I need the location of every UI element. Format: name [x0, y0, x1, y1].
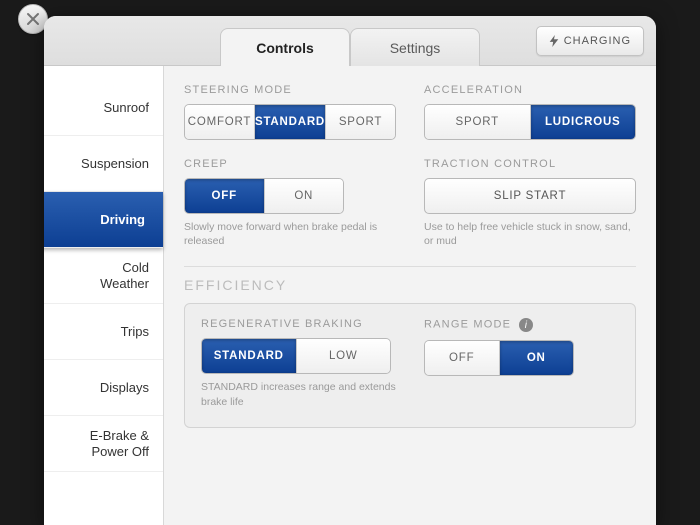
hint-traction: Use to help free vehicle stuck in snow, … — [424, 220, 636, 248]
sidebar-item-label: Cold Weather — [100, 260, 149, 291]
charging-button-label: CHARGING — [564, 35, 631, 47]
sidebar-item-driving[interactable]: Driving — [44, 192, 163, 248]
label-traction: TRACTION CONTROL — [424, 158, 636, 170]
label-regen: REGENERATIVE BRAKING — [201, 318, 396, 330]
sidebar-item-label: Sunroof — [103, 100, 149, 116]
label-range-mode: RANGE MODE i — [424, 318, 619, 332]
seg-regen: STANDARD LOW — [201, 338, 391, 374]
group-creep: CREEP OFF ON Slowly move forward when br… — [184, 158, 396, 248]
panel-body: Sunroof Suspension Driving Cold Weather … — [44, 66, 656, 525]
section-efficiency-title: EFFICIENCY — [184, 277, 636, 293]
slip-start-button[interactable]: SLIP START — [424, 178, 636, 214]
creep-off[interactable]: OFF — [185, 179, 264, 213]
sidebar-item-ebrake[interactable]: E-Brake & Power Off — [44, 416, 163, 472]
label-acceleration: ACCELERATION — [424, 84, 636, 96]
acceleration-sport[interactable]: SPORT — [425, 105, 530, 139]
label-steering: STEERING MODE — [184, 84, 396, 96]
tab-controls[interactable]: Controls — [220, 28, 350, 66]
hint-creep: Slowly move forward when brake pedal is … — [184, 220, 396, 248]
group-regen: REGENERATIVE BRAKING STANDARD LOW STANDA… — [201, 318, 396, 408]
tab-settings[interactable]: Settings — [350, 28, 480, 66]
label-creep: CREEP — [184, 158, 396, 170]
sidebar-item-trips[interactable]: Trips — [44, 304, 163, 360]
range-off[interactable]: OFF — [425, 341, 499, 375]
group-range-mode: RANGE MODE i OFF ON — [424, 318, 619, 408]
sidebar-item-label: Trips — [121, 324, 149, 340]
sidebar-item-label: Displays — [100, 380, 149, 396]
settings-panel: Controls Settings CHARGING Sunroof Suspe… — [44, 16, 656, 525]
content-driving: STEERING MODE COMFORT STANDARD SPORT ACC… — [164, 66, 656, 525]
seg-acceleration: SPORT LUDICROUS — [424, 104, 636, 140]
group-steering: STEERING MODE COMFORT STANDARD SPORT — [184, 84, 396, 140]
steering-comfort[interactable]: COMFORT — [185, 105, 254, 139]
sidebar-item-label: E-Brake & Power Off — [90, 428, 149, 459]
charging-button[interactable]: CHARGING — [536, 26, 644, 56]
top-tab-bar: Controls Settings CHARGING — [44, 16, 656, 66]
info-icon[interactable]: i — [519, 318, 533, 332]
regen-low[interactable]: LOW — [296, 339, 391, 373]
sidebar-item-label: Suspension — [81, 156, 149, 172]
efficiency-box: REGENERATIVE BRAKING STANDARD LOW STANDA… — [184, 303, 636, 427]
range-on[interactable]: ON — [499, 341, 574, 375]
sidebar-item-sunroof[interactable]: Sunroof — [44, 80, 163, 136]
sidebar-item-displays[interactable]: Displays — [44, 360, 163, 416]
steering-sport[interactable]: SPORT — [325, 105, 395, 139]
label-range-mode-text: RANGE MODE — [424, 319, 511, 331]
hint-regen: STANDARD increases range and extends bra… — [201, 380, 396, 408]
seg-creep: OFF ON — [184, 178, 344, 214]
group-traction: TRACTION CONTROL SLIP START Use to help … — [424, 158, 636, 248]
regen-standard[interactable]: STANDARD — [202, 339, 296, 373]
bolt-icon — [549, 35, 559, 47]
sidebar-item-suspension[interactable]: Suspension — [44, 136, 163, 192]
seg-steering: COMFORT STANDARD SPORT — [184, 104, 396, 140]
steering-standard[interactable]: STANDARD — [254, 105, 325, 139]
sidebar-item-label: Driving — [100, 212, 145, 228]
sidebar-item-cold-weather[interactable]: Cold Weather — [44, 248, 163, 304]
sidebar: Sunroof Suspension Driving Cold Weather … — [44, 66, 164, 525]
acceleration-ludicrous[interactable]: LUDICROUS — [530, 105, 636, 139]
group-acceleration: ACCELERATION SPORT LUDICROUS — [424, 84, 636, 140]
close-icon — [26, 12, 40, 26]
divider — [184, 266, 636, 267]
seg-range-mode: OFF ON — [424, 340, 574, 376]
creep-on[interactable]: ON — [264, 179, 344, 213]
